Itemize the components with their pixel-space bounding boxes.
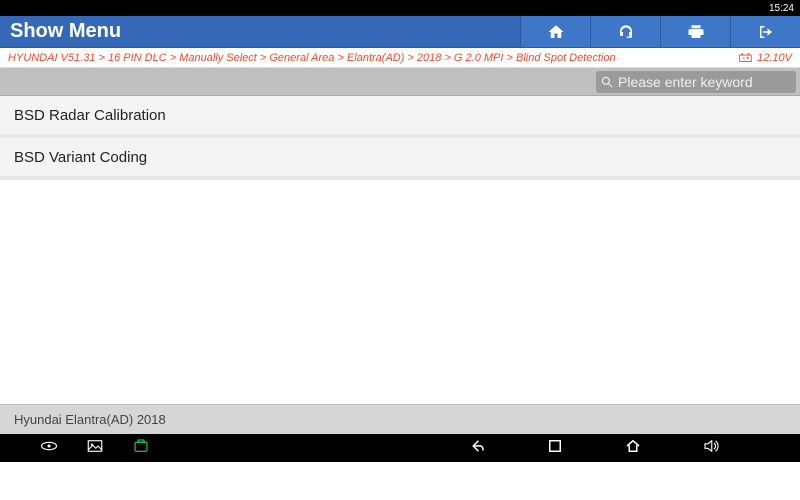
status-time: 15:24 bbox=[769, 3, 794, 14]
app-titlebar: Show Menu bbox=[0, 16, 800, 48]
menu-item-bsd-variant-coding[interactable]: BSD Variant Coding bbox=[0, 138, 800, 180]
nav-recent-button[interactable] bbox=[546, 437, 564, 460]
nav-volume-button[interactable] bbox=[702, 437, 720, 460]
print-button[interactable] bbox=[660, 16, 730, 47]
exit-icon bbox=[757, 23, 775, 41]
battery-voltage-icon bbox=[739, 53, 753, 63]
breadcrumb: HYUNDAI V51.31 > 16 PIN DLC > Manually S… bbox=[8, 52, 616, 64]
android-status-bar: 15:24 bbox=[0, 0, 800, 16]
content-spacer bbox=[0, 180, 800, 404]
search-row: Please enter keyword bbox=[0, 68, 800, 96]
search-placeholder: Please enter keyword bbox=[618, 74, 753, 90]
support-button[interactable] bbox=[590, 16, 660, 47]
nav-back-button[interactable] bbox=[468, 437, 486, 460]
breadcrumb-row: HYUNDAI V51.31 > 16 PIN DLC > Manually S… bbox=[0, 48, 800, 68]
menu-list: BSD Radar Calibration BSD Variant Coding bbox=[0, 96, 800, 180]
search-input[interactable]: Please enter keyword bbox=[596, 71, 796, 93]
android-nav-bar bbox=[0, 434, 800, 462]
nav-home-button[interactable] bbox=[624, 437, 642, 460]
diag-app-icon[interactable] bbox=[132, 437, 150, 460]
battery-voltage: 12.10V bbox=[731, 52, 792, 64]
menu-item-label: BSD Variant Coding bbox=[14, 149, 147, 166]
browser-app-icon[interactable] bbox=[40, 437, 58, 460]
footer-vehicle-info: Hyundai Elantra(AD) 2018 bbox=[0, 404, 800, 434]
printer-icon bbox=[687, 23, 705, 41]
search-icon bbox=[600, 75, 614, 89]
title-actions bbox=[520, 16, 800, 47]
menu-item-label: BSD Radar Calibration bbox=[14, 107, 166, 124]
headset-icon bbox=[617, 23, 635, 41]
gallery-app-icon[interactable] bbox=[86, 437, 104, 460]
voltage-value: 12.10V bbox=[757, 52, 792, 64]
vehicle-label: Hyundai Elantra(AD) 2018 bbox=[14, 412, 166, 427]
page-title: Show Menu bbox=[0, 20, 121, 43]
home-icon bbox=[547, 23, 565, 41]
menu-item-bsd-radar-calibration[interactable]: BSD Radar Calibration bbox=[0, 96, 800, 138]
home-button[interactable] bbox=[520, 16, 590, 47]
exit-button[interactable] bbox=[730, 16, 800, 47]
